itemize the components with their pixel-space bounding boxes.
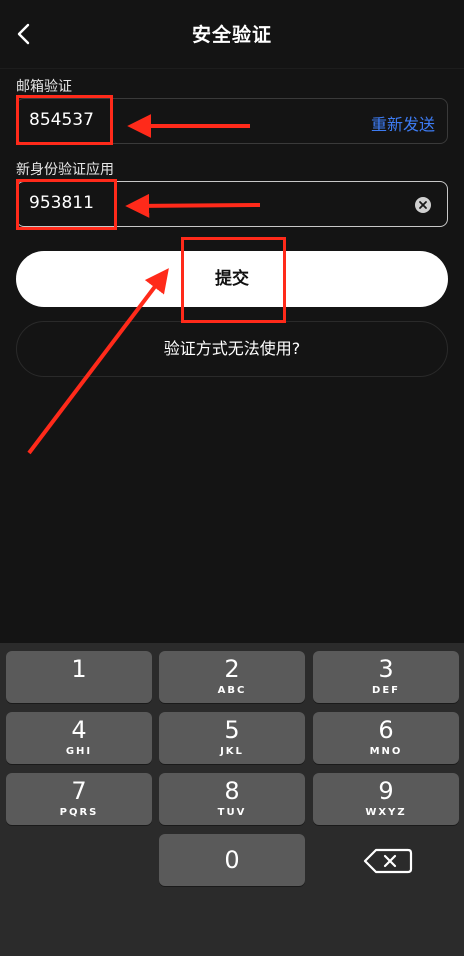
key-6[interactable]: 6 MNO [313,712,459,764]
backspace-icon[interactable] [362,846,416,876]
key-3[interactable]: 3 DEF [313,651,459,703]
key-0[interactable]: 0 [159,834,305,886]
key-5[interactable]: 5 JKL [159,712,305,764]
key-8[interactable]: 8 TUV [159,773,305,825]
key-7[interactable]: 7 PQRS [6,773,152,825]
key-2[interactable]: 2 ABC [159,651,305,703]
annotation-arrow-submit [27,268,169,455]
annotation-arrow-authenticator [125,193,261,218]
key-9[interactable]: 9 WXYZ [313,773,459,825]
key-1[interactable]: 1 [6,651,152,703]
key-4[interactable]: 4 GHI [6,712,152,764]
